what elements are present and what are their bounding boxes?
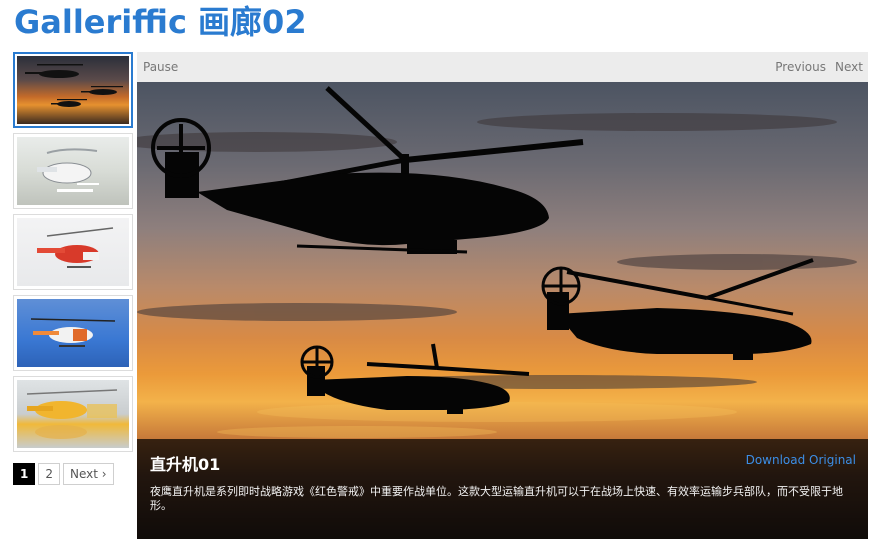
thumbnail-image — [17, 218, 129, 286]
image-caption: 直升机01 Download Original 夜鹰直升机是系列即时战略游戏《红… — [137, 439, 868, 539]
thumbnail-image — [17, 56, 129, 124]
pause-button[interactable]: Pause — [143, 52, 178, 82]
helicopter-large — [151, 86, 584, 254]
thumbnail-image — [17, 137, 129, 205]
thumbnail-3[interactable] — [13, 214, 133, 290]
main-slide[interactable]: 直升机01 Download Original 夜鹰直升机是系列即时战略游戏《红… — [137, 82, 868, 539]
caption-title: 直升机01 — [150, 455, 221, 474]
caption-description: 夜鹰直升机是系列即时战略游戏《红色警戒》中重要作战单位。这款大型运输直升机可以于… — [150, 485, 843, 512]
page-title: Galleriffic 画廊02 — [14, 3, 307, 41]
thumbnail-image — [17, 380, 129, 448]
download-original-link[interactable]: Download Original — [746, 453, 856, 467]
thumbnail-2[interactable] — [13, 133, 133, 209]
thumbnail-image — [17, 299, 129, 367]
next-button[interactable]: Next — [835, 52, 863, 82]
thumbnail-5[interactable] — [13, 376, 133, 452]
thumbnail-1[interactable] — [13, 52, 133, 128]
slideshow-controls: Pause Previous Next — [137, 52, 868, 82]
thumbnail-4[interactable] — [13, 295, 133, 371]
next-page-button[interactable]: Next › — [63, 463, 114, 485]
helicopter-right — [541, 258, 814, 360]
page-1-button[interactable]: 1 — [13, 463, 36, 485]
previous-button[interactable]: Previous — [775, 52, 826, 82]
pagination: 1 2 Next › — [13, 463, 114, 485]
page-2-button[interactable]: 2 — [38, 463, 60, 485]
